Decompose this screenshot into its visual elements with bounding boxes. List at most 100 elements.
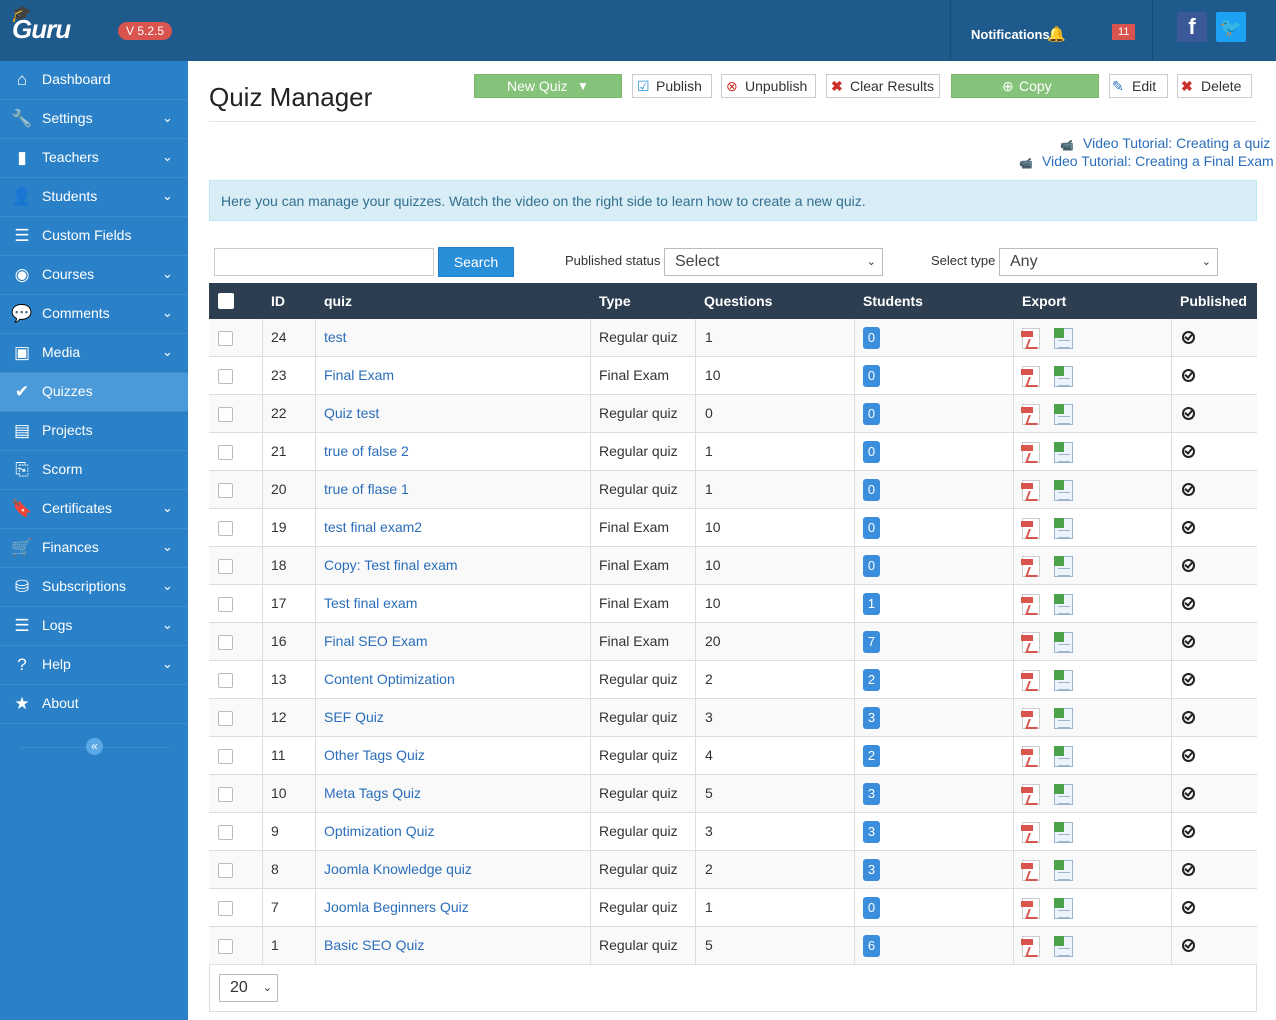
pdf-export-icon[interactable] xyxy=(1021,746,1040,767)
pdf-export-icon[interactable] xyxy=(1021,898,1040,919)
students-count-badge[interactable]: 0 xyxy=(863,479,880,501)
published-check-icon[interactable] xyxy=(1182,711,1195,724)
students-count-badge[interactable]: 2 xyxy=(863,745,880,767)
notifications-count-badge[interactable]: 11 xyxy=(1112,24,1136,40)
published-check-icon[interactable] xyxy=(1182,749,1195,762)
select-type-select[interactable]: Any ⌄ xyxy=(999,248,1218,276)
new-quiz-button[interactable]: New Quiz ▼ xyxy=(474,74,622,98)
sidebar-item-courses[interactable]: ◉ Courses ⌄ xyxy=(0,256,188,295)
excel-export-icon[interactable] xyxy=(1054,366,1073,387)
quiz-title-link[interactable]: Optimization Quiz xyxy=(324,823,434,839)
search-button[interactable]: Search xyxy=(438,247,514,277)
published-check-icon[interactable] xyxy=(1182,635,1195,648)
quiz-title-link[interactable]: SEF Quiz xyxy=(324,709,384,725)
pdf-export-icon[interactable] xyxy=(1021,670,1040,691)
students-count-badge[interactable]: 3 xyxy=(863,859,880,881)
table-row[interactable]: 21 true of false 2 Regular quiz 1 0 xyxy=(209,433,1257,471)
sidebar-item-help[interactable]: ? Help ⌄ xyxy=(0,646,188,685)
quiz-title-link[interactable]: Basic SEO Quiz xyxy=(324,937,424,953)
chevron-down-icon[interactable]: ⌄ xyxy=(162,656,173,672)
notifications[interactable]: Notifications 🔔 11 xyxy=(950,0,1153,61)
row-checkbox[interactable] xyxy=(218,597,233,612)
table-row[interactable]: 1 Basic SEO Quiz Regular quiz 5 6 xyxy=(209,927,1257,965)
sidebar-item-dashboard[interactable]: ⌂ Dashboard xyxy=(0,61,188,100)
chevron-down-icon[interactable]: ⌄ xyxy=(162,188,173,204)
pdf-export-icon[interactable] xyxy=(1021,518,1040,539)
table-row[interactable]: 11 Other Tags Quiz Regular quiz 4 2 xyxy=(209,737,1257,775)
sidebar-item-comments[interactable]: 💬 Comments ⌄ xyxy=(0,295,188,334)
unpublish-button[interactable]: ⊗ Unpublish xyxy=(721,74,816,98)
students-count-badge[interactable]: 6 xyxy=(863,935,880,957)
table-row[interactable]: 8 Joomla Knowledge quiz Regular quiz 2 3 xyxy=(209,851,1257,889)
page-size-select[interactable]: 20 ⌄ xyxy=(219,974,278,1002)
sidebar-item-subscriptions[interactable]: ⛁ Subscriptions ⌄ xyxy=(0,568,188,607)
edit-button[interactable]: ✎ Edit xyxy=(1109,74,1168,98)
table-row[interactable]: 19 test final exam2 Final Exam 10 0 xyxy=(209,509,1257,547)
collapse-sidebar-icon[interactable]: « xyxy=(86,738,103,755)
published-check-icon[interactable] xyxy=(1182,369,1195,382)
column-questions[interactable]: Questions xyxy=(704,293,772,309)
row-checkbox[interactable] xyxy=(218,939,233,954)
published-check-icon[interactable] xyxy=(1182,445,1195,458)
excel-export-icon[interactable] xyxy=(1054,442,1073,463)
sidebar-item-media[interactable]: ▣ Media ⌄ xyxy=(0,334,188,373)
column-type[interactable]: Type xyxy=(599,293,631,309)
students-count-badge[interactable]: 0 xyxy=(863,897,880,919)
excel-export-icon[interactable] xyxy=(1054,594,1073,615)
chevron-down-icon[interactable]: ⌄ xyxy=(162,578,173,594)
quiz-title-link[interactable]: Other Tags Quiz xyxy=(324,747,425,763)
pdf-export-icon[interactable] xyxy=(1021,442,1040,463)
sidebar-item-finances[interactable]: 🛒 Finances ⌄ xyxy=(0,529,188,568)
row-checkbox[interactable] xyxy=(218,521,233,536)
table-row[interactable]: 10 Meta Tags Quiz Regular quiz 5 3 xyxy=(209,775,1257,813)
students-count-badge[interactable]: 2 xyxy=(863,669,880,691)
published-check-icon[interactable] xyxy=(1182,521,1195,534)
sidebar-item-projects[interactable]: ▤ Projects xyxy=(0,412,188,451)
facebook-icon[interactable]: f xyxy=(1177,12,1207,42)
published-check-icon[interactable] xyxy=(1182,673,1195,686)
published-check-icon[interactable] xyxy=(1182,597,1195,610)
video-tutorial-final-exam-link[interactable]: Video Tutorial: Creating a Final Exam xyxy=(1042,153,1274,169)
published-check-icon[interactable] xyxy=(1182,939,1195,952)
notifications-label[interactable]: Notifications xyxy=(971,27,1050,42)
sidebar-item-about[interactable]: ★ About xyxy=(0,685,188,724)
excel-export-icon[interactable] xyxy=(1054,328,1073,349)
pdf-export-icon[interactable] xyxy=(1021,480,1040,501)
search-input[interactable] xyxy=(214,248,434,276)
row-checkbox[interactable] xyxy=(218,901,233,916)
excel-export-icon[interactable] xyxy=(1054,936,1073,957)
quiz-title-link[interactable]: Copy: Test final exam xyxy=(324,557,458,573)
excel-export-icon[interactable] xyxy=(1054,784,1073,805)
excel-export-icon[interactable] xyxy=(1054,860,1073,881)
sidebar-item-teachers[interactable]: ▮ Teachers ⌄ xyxy=(0,139,188,178)
sidebar-item-certificates[interactable]: 🔖 Certificates ⌄ xyxy=(0,490,188,529)
row-checkbox[interactable] xyxy=(218,787,233,802)
row-checkbox[interactable] xyxy=(218,863,233,878)
published-check-icon[interactable] xyxy=(1182,331,1195,344)
excel-export-icon[interactable] xyxy=(1054,708,1073,729)
row-checkbox[interactable] xyxy=(218,407,233,422)
quiz-title-link[interactable]: true of flase 1 xyxy=(324,481,409,497)
students-count-badge[interactable]: 0 xyxy=(863,365,880,387)
pdf-export-icon[interactable] xyxy=(1021,366,1040,387)
chevron-down-icon[interactable]: ⌄ xyxy=(162,500,173,516)
video-tutorial-quiz-link[interactable]: Video Tutorial: Creating a quiz xyxy=(1083,135,1270,151)
delete-button[interactable]: ✖ Delete xyxy=(1177,74,1252,98)
students-count-badge[interactable]: 3 xyxy=(863,783,880,805)
sidebar-item-custom-fields[interactable]: ☰ Custom Fields xyxy=(0,217,188,256)
students-count-badge[interactable]: 0 xyxy=(863,403,880,425)
students-count-badge[interactable]: 3 xyxy=(863,707,880,729)
table-row[interactable]: 24 test Regular quiz 1 0 xyxy=(209,319,1257,357)
table-row[interactable]: 22 Quiz test Regular quiz 0 0 xyxy=(209,395,1257,433)
published-check-icon[interactable] xyxy=(1182,787,1195,800)
published-check-icon[interactable] xyxy=(1182,901,1195,914)
column-published[interactable]: Published xyxy=(1180,293,1247,309)
excel-export-icon[interactable] xyxy=(1054,556,1073,577)
sidebar-item-students[interactable]: 👤 Students ⌄ xyxy=(0,178,188,217)
students-count-badge[interactable]: 3 xyxy=(863,821,880,843)
row-checkbox[interactable] xyxy=(218,559,233,574)
students-count-badge[interactable]: 0 xyxy=(863,517,880,539)
quiz-title-link[interactable]: Joomla Beginners Quiz xyxy=(324,899,469,915)
published-check-icon[interactable] xyxy=(1182,407,1195,420)
published-check-icon[interactable] xyxy=(1182,559,1195,572)
